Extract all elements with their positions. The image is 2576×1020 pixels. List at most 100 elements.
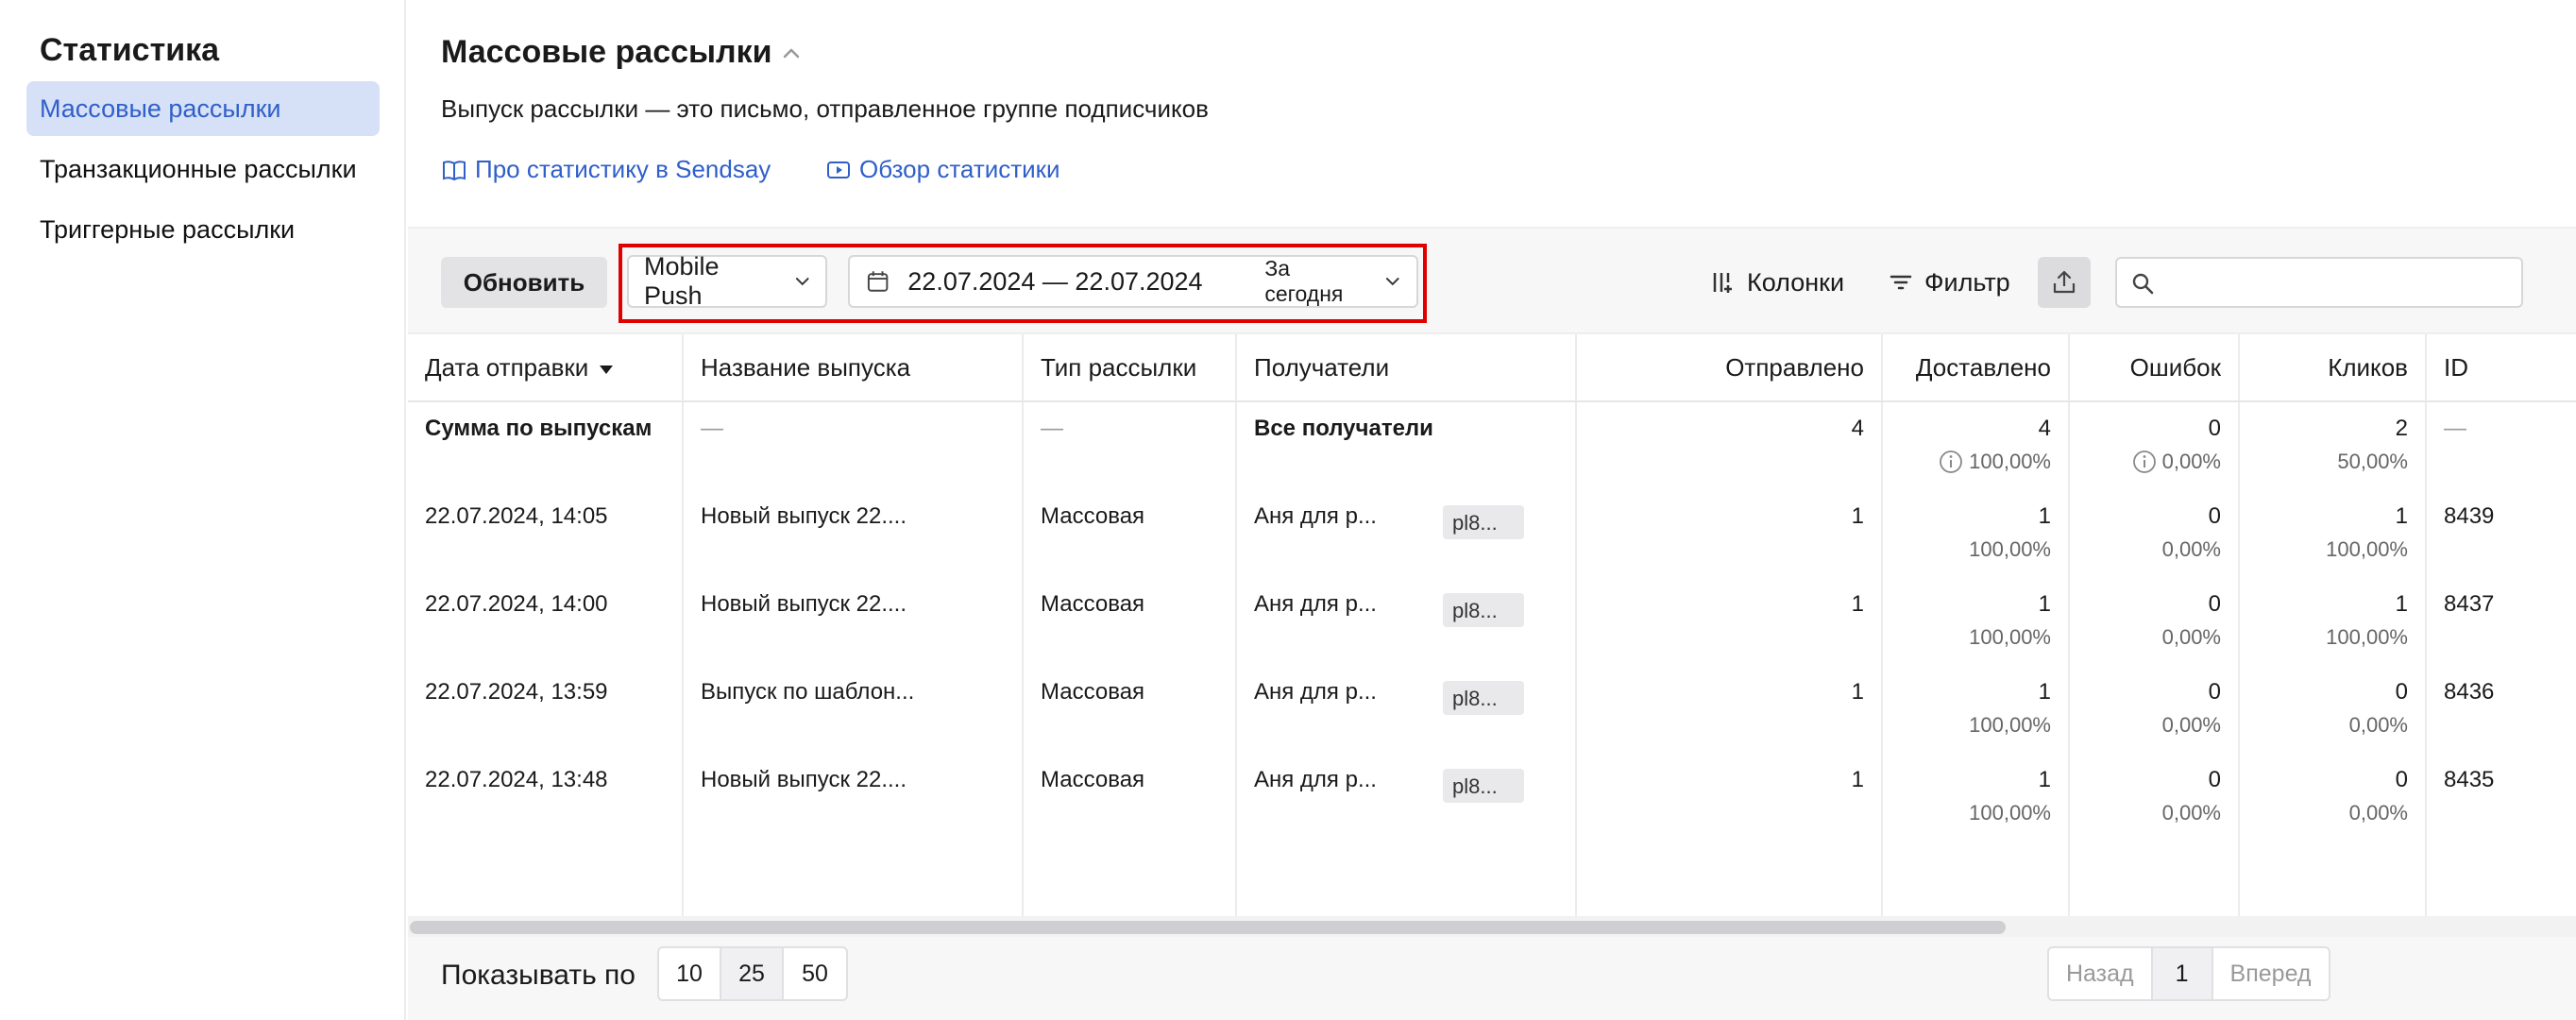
- recipient-tag: pl8...: [1443, 681, 1524, 715]
- page-size-10[interactable]: 10: [659, 948, 721, 999]
- table-row[interactable]: 22.07.2024, 14:00 Новый выпуск 22.... Ма…: [408, 580, 2576, 668]
- column-header-errors[interactable]: Ошибок: [2068, 353, 2221, 382]
- row-errors: 0: [2208, 679, 2221, 705]
- row-delivered: 1: [2038, 591, 2051, 617]
- video-icon: [827, 161, 850, 178]
- page-subtitle: Выпуск рассылки — это письмо, отправленн…: [441, 94, 1209, 123]
- table-footer: Показывать по 10 25 50 Назад 1 Вперед: [408, 937, 2576, 1020]
- row-clicks-pct: 100,00%: [2326, 537, 2408, 561]
- row-sent: 1: [1851, 679, 1864, 705]
- row-clicks: 1: [2395, 503, 2408, 529]
- columns-button[interactable]: Колонки: [1709, 257, 1844, 308]
- link-stats-overview-label: Обзор статистики: [859, 155, 1060, 183]
- date-range-value: 22.07.2024 — 22.07.2024: [907, 266, 1203, 296]
- summary-recipients: Все получатели: [1254, 416, 1433, 441]
- row-sent: 1: [1851, 767, 1864, 792]
- row-name[interactable]: Новый выпуск 22....: [701, 503, 907, 530]
- column-header-id[interactable]: ID: [2444, 353, 2468, 382]
- column-header-name[interactable]: Название выпуска: [701, 353, 910, 382]
- row-id: 8437: [2444, 591, 2495, 617]
- summary-clicks-pct: 50,00%: [2337, 450, 2408, 473]
- row-name[interactable]: Новый выпуск 22....: [701, 591, 907, 618]
- summary-label: Сумма по выпускам: [425, 416, 652, 441]
- row-recipients: Аня для р...: [1254, 591, 1377, 617]
- export-button[interactable]: [2038, 257, 2091, 308]
- table-row[interactable]: 22.07.2024, 14:05 Новый выпуск 22.... Ма…: [408, 492, 2576, 580]
- chevron-up-icon[interactable]: [781, 43, 802, 62]
- next-page-button[interactable]: Вперед: [2213, 948, 2329, 999]
- column-header-delivered[interactable]: Доставлено: [1881, 353, 2051, 382]
- page-size-25[interactable]: 25: [721, 948, 784, 999]
- row-delivered-pct: 100,00%: [1969, 801, 2051, 824]
- main-content: Массовые рассылки Выпуск рассылки — это …: [408, 0, 2576, 1020]
- recipient-tag: pl8...: [1443, 505, 1524, 539]
- filter-icon: [1890, 275, 1912, 290]
- row-id: 8439: [2444, 503, 2495, 529]
- table-row[interactable]: 22.07.2024, 13:59 Выпуск по шаблон... Ма…: [408, 668, 2576, 756]
- channel-select[interactable]: Mobile Push: [627, 252, 827, 310]
- releases-table: Дата отправки Название выпуска Тип рассы…: [408, 334, 2576, 916]
- search-input[interactable]: [2164, 264, 2514, 300]
- link-about-stats[interactable]: Про статистику в Sendsay: [441, 155, 771, 184]
- chevron-down-icon: [1386, 278, 1400, 286]
- row-clicks-pct: 0,00%: [2348, 713, 2408, 737]
- table-header: Дата отправки Название выпуска Тип рассы…: [408, 334, 2576, 402]
- page-size-label: Показывать по: [441, 960, 636, 991]
- page-size-selector: 10 25 50: [657, 946, 848, 1001]
- sidebar-item-transactional[interactable]: Транзакционные рассылки: [26, 142, 380, 196]
- sidebar-item-mass[interactable]: Массовые рассылки: [26, 81, 380, 136]
- row-delivered: 1: [2038, 767, 2051, 792]
- row-recipients: Аня для р...: [1254, 767, 1377, 792]
- row-errors-pct: 0,00%: [2161, 625, 2221, 649]
- summary-errors: 0: [2208, 416, 2221, 441]
- filter-button[interactable]: Фильтр: [1887, 257, 2010, 308]
- link-stats-overview[interactable]: Обзор статистики: [825, 155, 1060, 184]
- scrollbar-thumb[interactable]: [410, 921, 2006, 934]
- search-box: [2115, 257, 2523, 308]
- table-summary-row: Сумма по выпускам — — Все получатели 4 4…: [408, 404, 2576, 492]
- column-header-recipients[interactable]: Получатели: [1254, 353, 1389, 382]
- summary-id: —: [2444, 416, 2466, 441]
- refresh-button[interactable]: Обновить: [441, 257, 607, 308]
- column-header-type[interactable]: Тип рассылки: [1041, 353, 1196, 382]
- sidebar-item-trigger[interactable]: Триггерные рассылки: [26, 202, 380, 257]
- row-type: Массовая: [1041, 503, 1145, 529]
- column-header-clicks[interactable]: Кликов: [2238, 353, 2408, 382]
- row-clicks: 0: [2395, 767, 2408, 792]
- prev-page-button[interactable]: Назад: [2049, 948, 2153, 999]
- columns-icon: [1713, 273, 1732, 293]
- summary-delivered-pct: 100,00%: [1881, 450, 2051, 474]
- row-name[interactable]: Выпуск по шаблон...: [701, 679, 914, 706]
- upload-icon: [2053, 270, 2076, 294]
- info-icon[interactable]: [2132, 450, 2157, 474]
- page-size-50[interactable]: 50: [784, 948, 846, 999]
- summary-name: —: [701, 416, 723, 441]
- row-clicks: 0: [2395, 679, 2408, 705]
- row-recipients: Аня для р...: [1254, 503, 1377, 529]
- chevron-down-icon: [795, 278, 809, 286]
- column-header-date[interactable]: Дата отправки: [425, 353, 614, 382]
- summary-type: —: [1041, 416, 1063, 441]
- row-errors: 0: [2208, 503, 2221, 529]
- info-icon[interactable]: [1939, 450, 1963, 474]
- horizontal-scrollbar[interactable]: [408, 916, 2576, 937]
- row-name[interactable]: Новый выпуск 22....: [701, 767, 907, 793]
- column-header-sent[interactable]: Отправлено: [1575, 353, 1864, 382]
- calendar-icon: [867, 271, 889, 292]
- row-date: 22.07.2024, 13:48: [425, 767, 608, 792]
- sort-desc-icon: [600, 365, 614, 374]
- row-delivered-pct: 100,00%: [1969, 713, 2051, 737]
- row-id: 8436: [2444, 679, 2495, 705]
- summary-sent: 4: [1851, 416, 1864, 441]
- current-page[interactable]: 1: [2152, 948, 2213, 999]
- row-sent: 1: [1851, 591, 1864, 617]
- sidebar: Статистика Массовые рассылки Транзакцион…: [0, 0, 406, 1020]
- row-type: Массовая: [1041, 679, 1145, 705]
- period-value: За сегодня: [1264, 256, 1344, 306]
- toolbar: Обновить Mobile Push 22.07.2024 — 22.07.…: [408, 227, 2576, 334]
- recipient-tag: pl8...: [1443, 593, 1524, 627]
- row-sent: 1: [1851, 503, 1864, 529]
- row-clicks-pct: 100,00%: [2326, 625, 2408, 649]
- table-row[interactable]: 22.07.2024, 13:48 Новый выпуск 22.... Ма…: [408, 756, 2576, 843]
- date-range-picker[interactable]: 22.07.2024 — 22.07.2024 За сегодня: [848, 255, 1418, 308]
